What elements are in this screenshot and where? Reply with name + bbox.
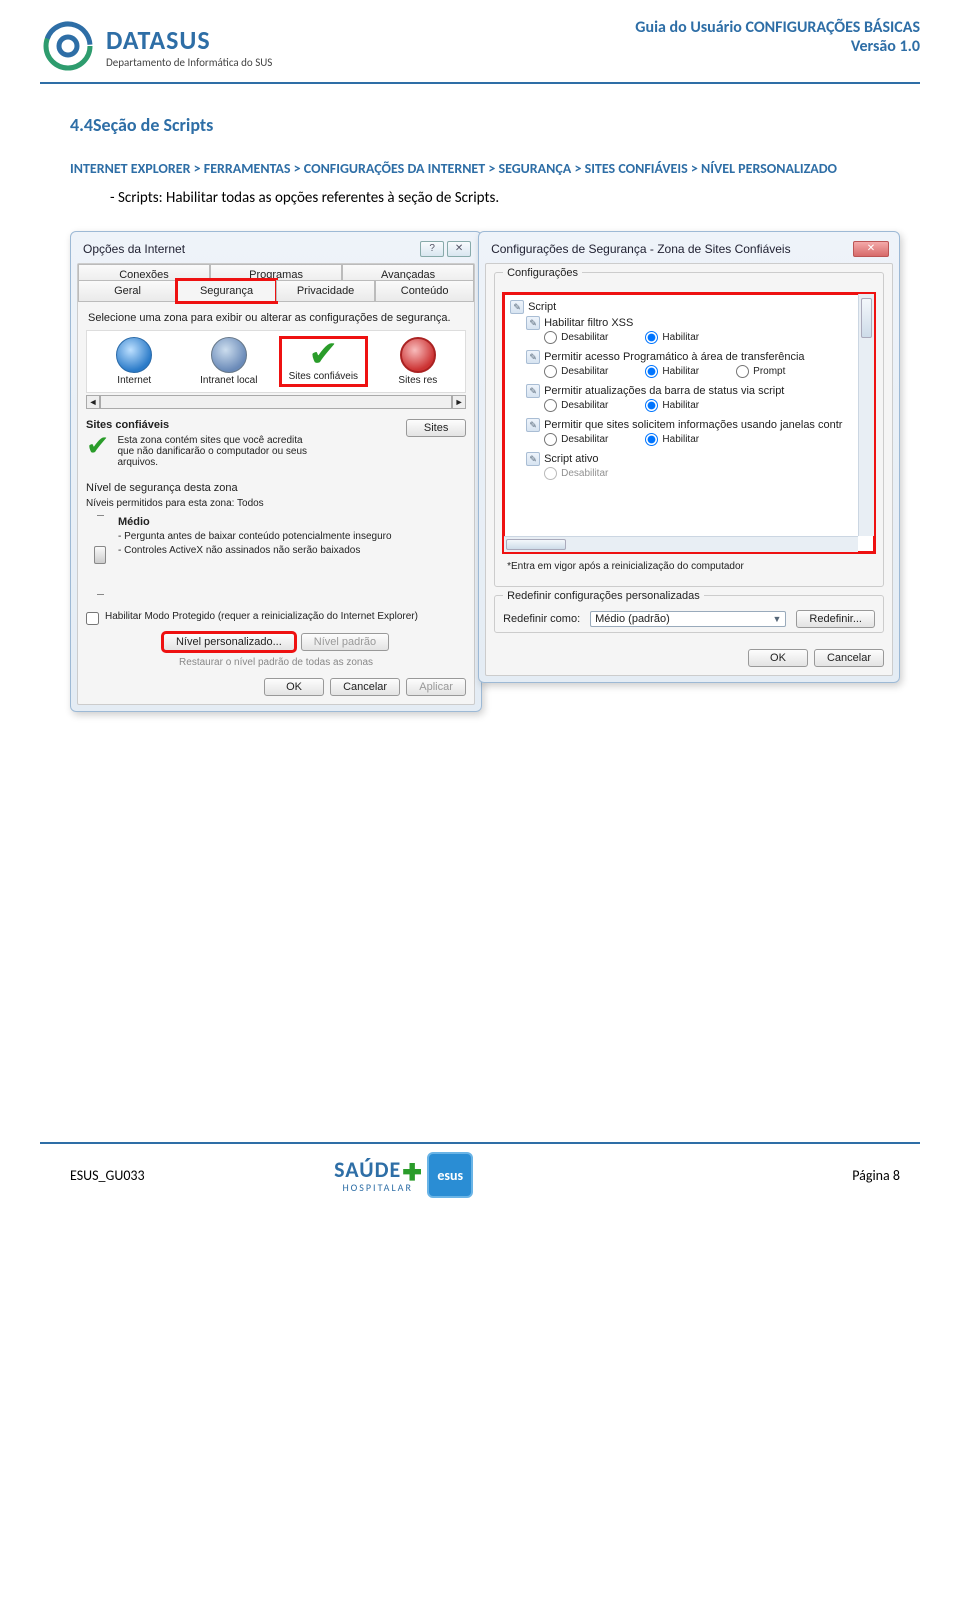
custom-level-button[interactable]: Nível personalizado... <box>163 633 295 651</box>
dialog-title: Configurações de Segurança - Zona de Sit… <box>491 242 791 256</box>
script-category-icon: ✎ <box>510 300 524 314</box>
level-details: Médio - Pergunta antes de baixar conteúd… <box>118 515 392 595</box>
esus-badge-icon: esus <box>427 1152 473 1198</box>
vertical-scrollbar[interactable] <box>858 294 874 536</box>
zone-prompt: Selecione uma zona para exibir ou altera… <box>88 312 464 324</box>
apply-button[interactable]: Aplicar <box>406 678 466 696</box>
page-number: Página 8 <box>852 1167 900 1184</box>
zone-restricted[interactable]: Sites res <box>375 337 462 386</box>
radio-option[interactable]: Prompt <box>702 366 785 377</box>
reset-level-combobox[interactable]: Médio (padrão) ▼ <box>590 611 786 627</box>
settings-group-label: Configurações <box>503 267 582 279</box>
cancel-button[interactable]: Cancelar <box>330 678 400 696</box>
setting-icon: ✎ <box>526 350 540 364</box>
security-settings-dialog: Configurações de Segurança - Zona de Sit… <box>478 231 900 683</box>
tab-security[interactable]: Segurança <box>177 280 276 302</box>
reset-button[interactable]: Redefinir... <box>796 610 875 628</box>
help-icon[interactable]: ? <box>420 241 444 257</box>
setting-icon: ✎ <box>526 452 540 466</box>
trusted-description: Esta zona contém sites que você acredita… <box>117 435 317 468</box>
reset-group-label: Redefinir configurações personalizadas <box>503 590 704 602</box>
titlebar: Configurações de Segurança - Zona de Sit… <box>485 238 893 263</box>
ok-button[interactable]: OK <box>264 678 324 696</box>
setting-icon: ✎ <box>526 316 540 330</box>
dialog-title: Opções da Internet <box>83 242 185 256</box>
zones-list: Internet Intranet local ✔ Sites confiáve… <box>86 330 466 393</box>
ok-button[interactable]: OK <box>748 649 808 667</box>
logo-title: DATASUS <box>106 24 272 56</box>
scroll-left-icon[interactable]: ◄ <box>86 395 100 409</box>
titlebar: Opções da Internet ? ✕ <box>77 238 475 263</box>
tab-content[interactable]: Conteúdo <box>375 280 474 301</box>
logo-subtitle: Departamento de Informática do SUS <box>106 56 272 69</box>
radio-option[interactable]: Habilitar <box>611 332 699 343</box>
section-title: 4.4Seção de Scripts <box>70 114 900 136</box>
level-slider[interactable] <box>92 515 108 595</box>
tabs-row-2: Geral Segurança Privacidade Conteúdo <box>78 280 474 302</box>
radio-option[interactable]: Desabilitar <box>510 400 608 411</box>
intranet-icon <box>211 337 247 373</box>
radio-option[interactable]: Desabilitar <box>510 366 608 377</box>
page-footer: ESUS_GU033 SAÚDE HOSPITALAR esus Página … <box>0 1142 960 1216</box>
checkmark-icon: ✔ <box>86 435 109 457</box>
setting-icon: ✎ <box>526 384 540 398</box>
logo: DATASUS Departamento de Informática do S… <box>40 18 272 74</box>
radio-option[interactable]: Desabilitar <box>510 434 608 445</box>
chevron-down-icon: ▼ <box>772 614 781 624</box>
doc-version: Versão 1.0 <box>635 37 920 56</box>
footer-divider <box>40 1142 920 1144</box>
instruction-bullet: - Scripts: Habilitar todas as opções ref… <box>70 189 900 207</box>
close-icon[interactable]: ✕ <box>853 241 889 257</box>
setting-icon: ✎ <box>526 418 540 432</box>
page-header: DATASUS Departamento de Informática do S… <box>0 0 960 80</box>
cancel-button[interactable]: Cancelar <box>814 649 884 667</box>
footer-logo: SAÚDE HOSPITALAR esus <box>334 1152 473 1198</box>
scroll-right-icon[interactable]: ► <box>452 395 466 409</box>
trusted-title: Sites confiáveis <box>86 419 406 431</box>
restricted-icon <box>400 337 436 373</box>
internet-options-dialog: Opções da Internet ? ✕ Conexões Programa… <box>70 231 482 712</box>
radio-option[interactable]: Desabilitar <box>510 468 608 479</box>
doc-title: Guia do Usuário CONFIGURAÇÕES BÁSICAS <box>635 18 920 37</box>
document-code: ESUS_GU033 <box>70 1167 145 1184</box>
zone-intranet[interactable]: Intranet local <box>186 337 273 386</box>
zone-internet[interactable]: Internet <box>91 337 178 386</box>
protected-mode-checkbox[interactable]: Habilitar Modo Protegido (requer a reini… <box>86 611 466 625</box>
radio-option[interactable]: Habilitar <box>611 366 699 377</box>
levels-allowed: Níveis permitidos para esta zona: Todos <box>86 498 466 509</box>
plus-icon <box>403 1163 421 1181</box>
default-level-button[interactable]: Nível padrão <box>301 633 389 651</box>
horizontal-scrollbar[interactable] <box>504 536 858 552</box>
globe-icon <box>116 337 152 373</box>
tab-privacy[interactable]: Privacidade <box>276 280 375 301</box>
screenshot-figure: Opções da Internet ? ✕ Conexões Programa… <box>70 231 900 712</box>
restart-note: *Entra em vigor após a reinicialização d… <box>507 561 875 572</box>
doc-meta: Guia do Usuário CONFIGURAÇÕES BÁSICAS Ve… <box>635 18 920 56</box>
navigation-path: INTERNET EXPLORER > FERRAMENTAS > CONFIG… <box>70 158 900 179</box>
zone-scrollbar[interactable]: ◄ ► <box>86 395 466 409</box>
zone-trusted-sites[interactable]: ✔ Sites confiáveis <box>280 337 367 386</box>
restore-all-zones-button[interactable]: Restaurar o nível padrão de todas as zon… <box>86 657 466 668</box>
settings-tree[interactable]: ✎Script ✎Habilitar filtro XSS Desabilita… <box>503 293 875 553</box>
radio-option[interactable]: Desabilitar <box>510 332 608 343</box>
close-icon[interactable]: ✕ <box>447 241 471 257</box>
radio-option[interactable]: Habilitar <box>611 434 699 445</box>
tab-general[interactable]: Geral <box>78 280 177 301</box>
reset-label: Redefinir como: <box>503 613 580 625</box>
sites-button[interactable]: Sites <box>406 419 466 437</box>
radio-option[interactable]: Habilitar <box>611 400 699 411</box>
checkmark-icon: ✔ <box>280 337 367 371</box>
security-level-title: Nível de segurança desta zona <box>86 482 466 494</box>
datasus-logo-icon <box>40 18 96 74</box>
